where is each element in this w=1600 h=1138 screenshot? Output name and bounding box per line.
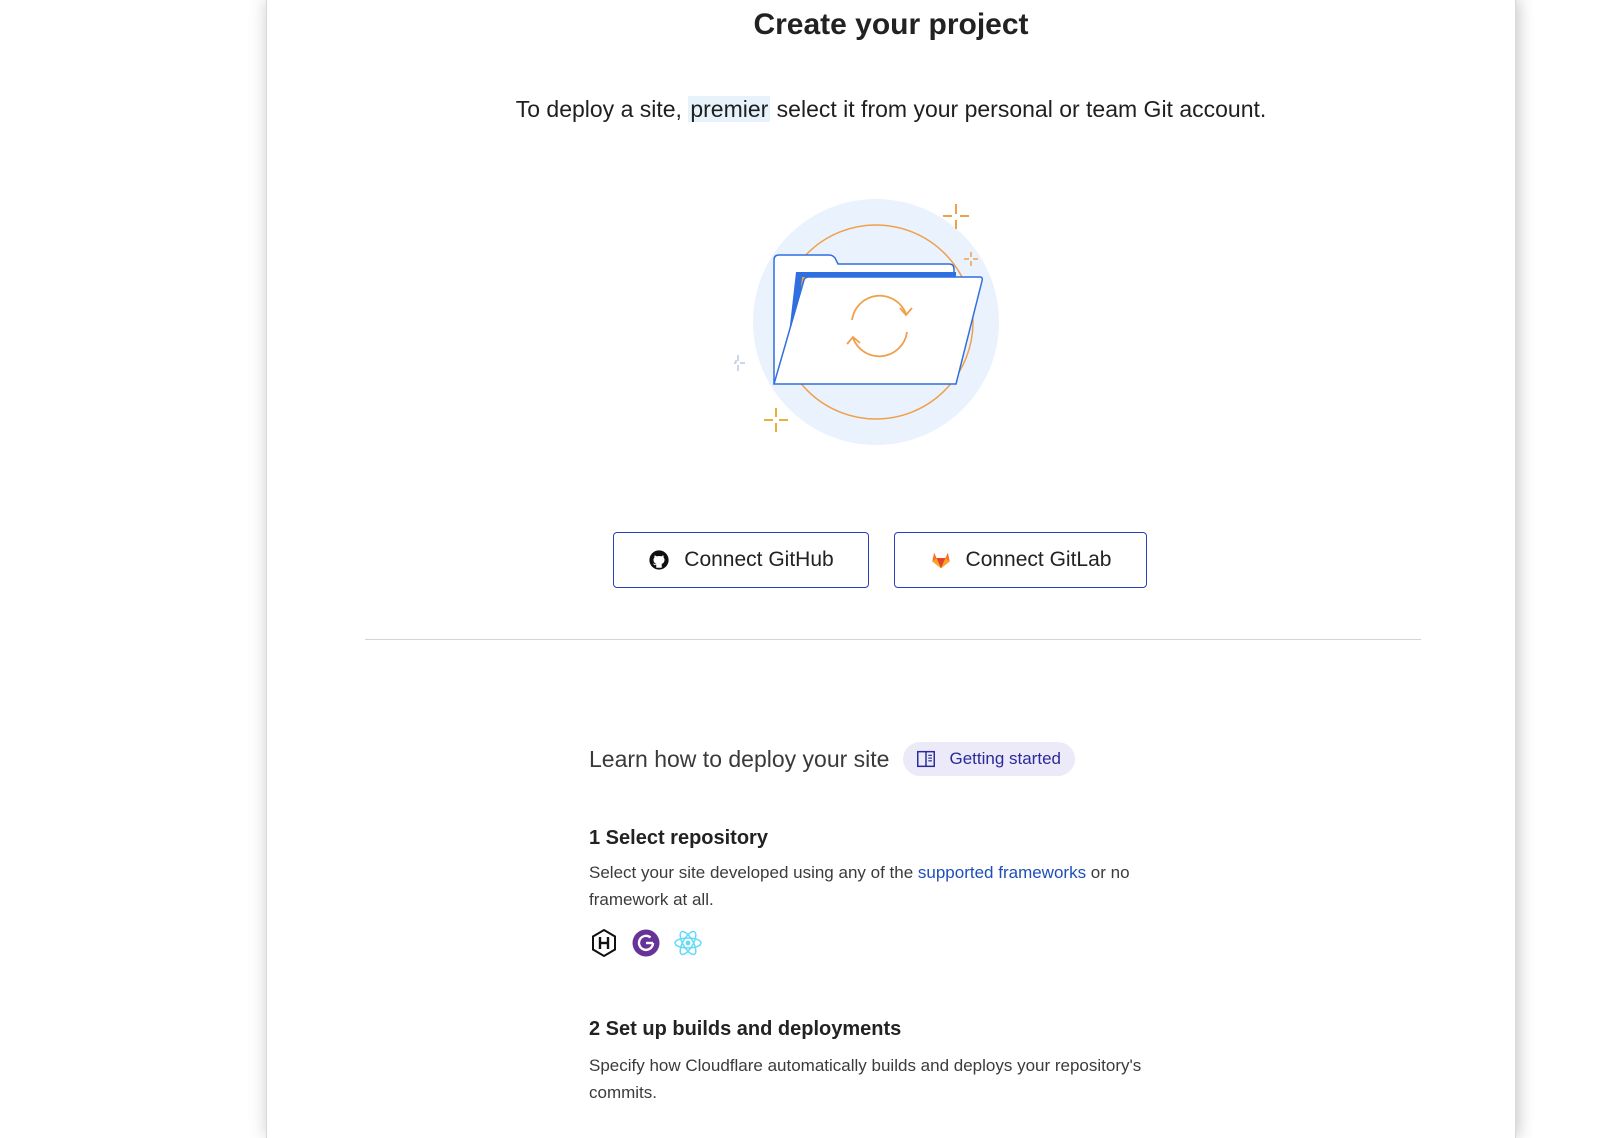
connect-gitlab-button[interactable]: Connect GitLab [894, 532, 1147, 588]
framework-icons [589, 928, 715, 958]
step-1-title: 1 Select repository [589, 827, 768, 849]
gitlab-icon [931, 552, 950, 569]
book-icon [917, 750, 936, 768]
gatsby-icon [632, 929, 660, 957]
subtitle-text-before: To deploy a site, [515, 96, 689, 122]
learn-heading: Learn how to deploy your site [589, 745, 890, 772]
subtitle-text-after: select it from your personal or team Git… [770, 96, 1267, 122]
subtitle-highlight: premier [688, 96, 771, 122]
page-subtitle: To deploy a site, premier select it from… [267, 96, 1515, 123]
connect-gitlab-label: Connect GitLab [965, 548, 1112, 571]
step-1-description: Select your site developed using any of … [589, 859, 1199, 913]
hugo-icon [592, 928, 616, 958]
learn-row: Learn how to deploy your site Getting st… [589, 742, 1075, 776]
section-divider [365, 639, 1421, 640]
step-2-title: 2 Set up builds and deployments [589, 1018, 902, 1040]
connect-github-button[interactable]: Connect GitHub [613, 532, 869, 588]
getting-started-link[interactable]: Getting started [903, 742, 1075, 776]
folder-sync-illustration [734, 199, 999, 445]
page-title: Create your project [753, 8, 1029, 41]
connect-github-label: Connect GitHub [684, 548, 834, 571]
supported-frameworks-link[interactable]: supported frameworks [918, 863, 1086, 882]
getting-started-label: Getting started [949, 749, 1061, 768]
react-icon [674, 930, 702, 956]
github-icon [649, 550, 669, 570]
step-1-desc-before: Select your site developed using any of … [589, 863, 918, 882]
main-panel: Create your project To deploy a site, pr… [266, 0, 1516, 1138]
step-2-description: Specify how Cloudflare automatically bui… [589, 1056, 1142, 1102]
